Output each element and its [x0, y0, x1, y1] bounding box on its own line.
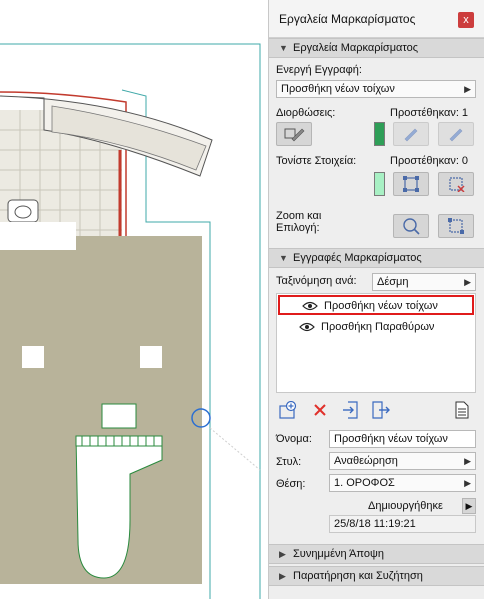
green-object [101, 403, 137, 429]
import-icon [343, 401, 358, 419]
corrections-color-swatch[interactable] [374, 122, 385, 146]
list-item-label: Προσθήκη Παραθύρων [321, 321, 435, 333]
expand-triangle-icon: ▶ [279, 571, 286, 581]
created-expand-button[interactable]: ▶ [462, 498, 476, 514]
highlight-color-swatch[interactable] [374, 172, 385, 196]
floor-opening-1 [22, 346, 44, 368]
add-highlight-button[interactable] [393, 172, 429, 196]
sink-fixture [7, 199, 39, 223]
section-label: Εργαλεία Μαρκαρίσματος [293, 42, 419, 54]
list-item-label: Προσθήκη νέων τοίχων [324, 300, 438, 312]
zoom-to-entry-button[interactable] [393, 214, 429, 238]
dropdown-arrow-icon: ▶ [464, 456, 471, 466]
section-header-attached-view[interactable]: ▶ Συνημμένη Άποψη [269, 544, 484, 564]
highlight-add-icon [403, 176, 419, 192]
zoom-magnifier-icon [403, 218, 420, 235]
highlight-added-count: Προστέθηκαν: 0 [390, 155, 469, 167]
position-value: 1. ΟΡΟΦΟΣ [334, 477, 395, 489]
style-dropdown[interactable]: Αναθεώρηση ▶ [329, 452, 476, 470]
add-correction-button[interactable] [393, 122, 429, 146]
collapse-triangle-icon: ▼ [279, 253, 288, 263]
corrections-tool-button[interactable] [276, 122, 312, 146]
zoom-label-line1: Zoom και [276, 210, 322, 222]
import-entry-button[interactable] [341, 400, 361, 420]
corrections-label: Διορθώσεις: [276, 107, 336, 119]
zoom-label-line2: Επιλογή: [276, 222, 320, 234]
name-label: Όνομα: [276, 433, 312, 445]
section-label: Παρατήρηση και Συζήτηση [293, 570, 423, 582]
select-elements-icon [448, 218, 464, 234]
palette-titlebar[interactable]: Εργαλεία Μαρκαρίσματος x [269, 0, 484, 38]
sort-by-dropdown[interactable]: Δέσμη ▶ [372, 273, 476, 291]
markup-pen-icon [284, 128, 305, 142]
export-entry-button[interactable] [371, 400, 391, 420]
section-label: Εγγραφές Μαρκαρίσματος [293, 252, 422, 264]
active-entry-label: Ενεργή Εγγραφή: [276, 64, 362, 76]
floor-plan-drawing [0, 43, 261, 599]
new-entry-button[interactable] [278, 400, 298, 420]
select-elements-button[interactable] [438, 214, 474, 238]
active-entry-dropdown[interactable]: Προσθήκη νέων τοίχων ▶ [276, 80, 476, 98]
list-item-add-new-walls[interactable]: Προσθήκη νέων τοίχων [278, 295, 474, 315]
position-label: Θέση: [276, 478, 306, 490]
dropdown-arrow-icon: ▶ [464, 277, 471, 287]
remove-correction-button[interactable] [438, 122, 474, 146]
floor-opening-2 [140, 346, 162, 368]
section-header-comments[interactable]: ▶ Παρατήρηση και Συζήτηση [269, 566, 484, 586]
collapse-triangle-icon: ▼ [279, 43, 288, 53]
active-entry-value: Προσθήκη νέων τοίχων [281, 83, 395, 95]
pencil-remove-icon [449, 128, 463, 142]
new-entry-icon [279, 401, 297, 419]
section-label: Συνημμένη Άποψη [293, 548, 384, 560]
report-entry-button[interactable] [452, 400, 472, 420]
eye-icon[interactable] [302, 301, 318, 311]
export-icon [372, 401, 390, 419]
pencil-add-icon [404, 128, 418, 142]
created-timestamp: 25/8/18 11:19:21 [329, 515, 476, 533]
created-label: Δημιουργήθηκε [368, 500, 443, 512]
highlight-label: Τονίστε Στοιχεία: [276, 155, 357, 167]
delete-x-icon [314, 404, 326, 416]
dropdown-arrow-icon: ▶ [464, 84, 471, 94]
name-field[interactable]: Προσθήκη νέων τοίχων [329, 430, 476, 448]
corrections-added-count: Προστέθηκαν: 1 [390, 107, 469, 119]
style-label: Στυλ: [276, 456, 302, 468]
document-icon [455, 401, 469, 419]
position-dropdown[interactable]: 1. ΟΡΟΦΟΣ ▶ [329, 474, 476, 492]
markup-entries-list[interactable]: Προσθήκη νέων τοίχων Προσθήκη Παραθύρων [276, 293, 476, 393]
eye-icon[interactable] [299, 322, 315, 332]
palette-title: Εργαλεία Μαρκαρίσματος [279, 12, 416, 26]
zoom-select-label: Zoom και Επιλογή: [276, 210, 321, 234]
list-item-add-windows[interactable]: Προσθήκη Παραθύρων [277, 318, 475, 338]
section-header-markup-entries[interactable]: ▼ Εγγραφές Μαρκαρίσματος [269, 248, 484, 268]
counter [0, 222, 76, 250]
close-button[interactable]: x [458, 12, 474, 28]
dropdown-arrow-icon: ▶ [464, 478, 471, 488]
expand-triangle-icon: ▶ [279, 549, 286, 559]
drawing-canvas[interactable] [0, 0, 268, 599]
sort-by-value: Δέσμη [377, 276, 409, 288]
sort-by-label: Ταξινόμηση ανά: [276, 275, 357, 287]
section-header-markup-tools[interactable]: ▼ Εργαλεία Μαρκαρίσματος [269, 38, 484, 58]
highlight-remove-icon [449, 177, 465, 192]
remove-highlight-button[interactable] [438, 172, 474, 196]
style-value: Αναθεώρηση [334, 455, 398, 467]
delete-entry-button[interactable] [310, 400, 330, 420]
